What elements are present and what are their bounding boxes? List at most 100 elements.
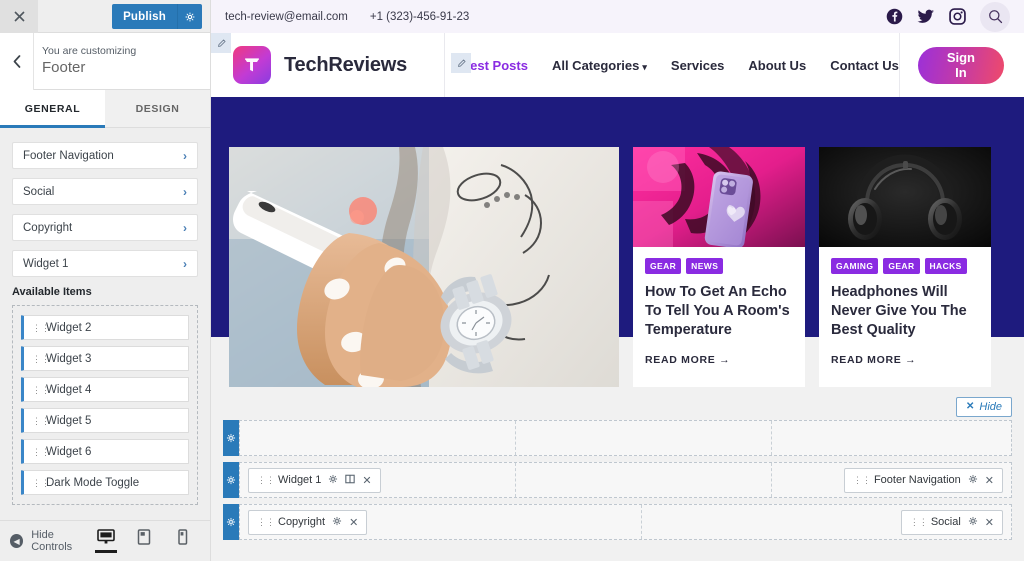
nav-item-all-categories[interactable]: All Categories ▾ bbox=[552, 58, 647, 73]
gear-icon[interactable] bbox=[968, 474, 978, 487]
footer-column[interactable] bbox=[516, 463, 772, 497]
drag-handle-icon[interactable]: ⋮⋮ bbox=[32, 385, 50, 394]
tablet-preview-button[interactable] bbox=[132, 529, 156, 553]
drag-handle-icon[interactable]: ⋮⋮ bbox=[32, 416, 50, 425]
contact-email[interactable]: tech-review@email.com bbox=[225, 11, 348, 23]
available-item-label: Widget 3 bbox=[46, 352, 92, 365]
footer-column[interactable]: ⋮⋮ Widget 1 ✕ bbox=[240, 463, 516, 497]
sidebar-item-footer-navigation[interactable]: Footer Navigation › bbox=[12, 142, 198, 169]
chevron-down-icon: ▾ bbox=[642, 61, 647, 72]
instagram-link[interactable] bbox=[949, 8, 966, 25]
drag-handle-icon[interactable]: ⋮⋮ bbox=[32, 447, 50, 456]
read-more-link[interactable]: READ MORE → bbox=[831, 354, 979, 366]
drag-handle-icon[interactable]: ⋮⋮ bbox=[853, 476, 871, 485]
publish-button[interactable]: Publish bbox=[112, 4, 177, 29]
post-card-image[interactable] bbox=[819, 147, 991, 247]
site-logo[interactable] bbox=[233, 46, 271, 84]
footer-column[interactable]: ⋮⋮ Copyright ✕ bbox=[240, 505, 642, 539]
site-search-button[interactable] bbox=[980, 1, 1010, 32]
desktop-preview-button[interactable] bbox=[94, 529, 118, 553]
footer-builder: ✕ Hide ⋮⋮ Widget 1 ✕ ⋮⋮ Footer Navigatio… bbox=[211, 393, 1024, 561]
edit-navigation-shortcut[interactable] bbox=[451, 53, 471, 73]
close-icon[interactable]: ✕ bbox=[985, 516, 994, 529]
tag-hacks[interactable]: HACKS bbox=[924, 258, 967, 274]
twitter-icon bbox=[917, 9, 934, 23]
contact-phone[interactable]: +1 (323)-456-91-23 bbox=[370, 11, 469, 23]
available-item-widget-3[interactable]: ⋮⋮ Widget 3 bbox=[21, 346, 189, 371]
close-icon[interactable]: ✕ bbox=[985, 474, 994, 487]
drag-handle-icon[interactable]: ⋮⋮ bbox=[910, 518, 928, 527]
tab-design[interactable]: DESIGN bbox=[105, 90, 210, 127]
footer-widget-widget-1[interactable]: ⋮⋮ Widget 1 ✕ bbox=[248, 467, 381, 493]
nav-item-contact-us[interactable]: Contact Us bbox=[830, 58, 899, 73]
post-card-tags: GAMING GEAR HACKS bbox=[831, 258, 979, 274]
available-item-widget-2[interactable]: ⋮⋮ Widget 2 bbox=[21, 315, 189, 340]
tab-general[interactable]: GENERAL bbox=[0, 90, 105, 128]
sidebar-content: Footer Navigation › Social › Copyright ›… bbox=[0, 128, 210, 520]
available-item-widget-6[interactable]: ⋮⋮ Widget 6 bbox=[21, 439, 189, 464]
facebook-link[interactable] bbox=[886, 8, 903, 25]
drag-handle-icon[interactable]: ⋮⋮ bbox=[257, 518, 275, 527]
tag-gear[interactable]: GEAR bbox=[883, 258, 920, 274]
available-items-dropzone[interactable]: ⋮⋮ Widget 2 ⋮⋮ Widget 3 ⋮⋮ Widget 4 ⋮⋮ W… bbox=[12, 305, 198, 505]
back-button[interactable] bbox=[0, 32, 34, 90]
gear-icon[interactable] bbox=[328, 474, 338, 487]
close-icon[interactable]: ✕ bbox=[362, 474, 371, 487]
mobile-preview-icon bbox=[177, 529, 187, 545]
brand-name[interactable]: TechReviews bbox=[284, 54, 407, 77]
available-item-label: Widget 5 bbox=[46, 414, 92, 427]
footer-row-3-settings[interactable] bbox=[223, 504, 239, 540]
gear-icon[interactable] bbox=[332, 516, 342, 529]
footer-column[interactable]: ⋮⋮ Social ✕ bbox=[642, 505, 1011, 539]
drag-handle-icon[interactable]: ⋮⋮ bbox=[257, 476, 275, 485]
edit-logo-shortcut[interactable] bbox=[211, 33, 231, 53]
publish-settings-button[interactable] bbox=[177, 4, 202, 29]
hide-button-row: ✕ Hide bbox=[223, 393, 1012, 420]
twitter-link[interactable] bbox=[917, 9, 935, 25]
drag-handle-icon[interactable]: ⋮⋮ bbox=[32, 354, 50, 363]
tag-gear[interactable]: GEAR bbox=[645, 258, 682, 274]
footer-widget-footer-navigation[interactable]: ⋮⋮ Footer Navigation ✕ bbox=[843, 467, 1003, 493]
footer-row-1-settings[interactable] bbox=[223, 420, 239, 456]
sidebar-item-copyright[interactable]: Copyright › bbox=[12, 214, 198, 241]
footer-column[interactable] bbox=[240, 421, 516, 455]
mobile-preview-button[interactable] bbox=[170, 529, 194, 553]
footer-column[interactable] bbox=[516, 421, 772, 455]
sign-in-button[interactable]: Sign In bbox=[917, 46, 1004, 84]
drag-handle-icon[interactable]: ⋮⋮ bbox=[32, 478, 50, 487]
close-icon[interactable]: ✕ bbox=[349, 516, 358, 529]
footer-widget-copyright[interactable]: ⋮⋮ Copyright ✕ bbox=[248, 509, 368, 535]
footer-row-2-settings[interactable] bbox=[223, 462, 239, 498]
columns-icon[interactable] bbox=[345, 474, 356, 487]
hide-button-label: Hide bbox=[979, 400, 1002, 413]
hide-footer-builder-button[interactable]: ✕ Hide bbox=[955, 396, 1012, 417]
available-item-widget-4[interactable]: ⋮⋮ Widget 4 bbox=[21, 377, 189, 402]
footer-column[interactable]: ⋮⋮ Footer Navigation ✕ bbox=[772, 463, 1011, 497]
footer-widget-social[interactable]: ⋮⋮ Social ✕ bbox=[900, 509, 1003, 535]
footer-row-2: ⋮⋮ Widget 1 ✕ ⋮⋮ Footer Navigation ✕ bbox=[223, 462, 1012, 498]
post-card-image[interactable] bbox=[633, 147, 805, 247]
gear-icon[interactable] bbox=[968, 516, 978, 529]
available-item-dark-mode-toggle[interactable]: ⋮⋮ Dark Mode Toggle bbox=[21, 470, 189, 495]
sidebar-item-widget-1[interactable]: Widget 1 › bbox=[12, 250, 198, 277]
read-more-link[interactable]: READ MORE → bbox=[645, 354, 793, 366]
tag-news[interactable]: NEWS bbox=[686, 258, 724, 274]
drag-handle-icon[interactable]: ⋮⋮ bbox=[32, 323, 50, 332]
post-card[interactable]: GEAR NEWS How To Get An Echo To Tell You… bbox=[633, 147, 805, 387]
topbar-social-links bbox=[886, 1, 1010, 32]
sidebar-item-social[interactable]: Social › bbox=[12, 178, 198, 205]
sidebar-item-label: Footer Navigation bbox=[23, 149, 114, 162]
post-card[interactable]: GAMING GEAR HACKS Headphones Will Never … bbox=[819, 147, 991, 387]
nav-item-services[interactable]: Services bbox=[671, 58, 725, 73]
signin-zone: Sign In bbox=[898, 33, 1024, 97]
post-card-title[interactable]: Headphones Will Never Give You The Best … bbox=[831, 283, 979, 340]
available-item-widget-5[interactable]: ⋮⋮ Widget 5 bbox=[21, 408, 189, 433]
nav-item-about-us[interactable]: About Us bbox=[748, 58, 806, 73]
tag-gaming[interactable]: GAMING bbox=[831, 258, 879, 274]
post-card-title[interactable]: How To Get An Echo To Tell You A Room's … bbox=[645, 283, 793, 340]
featured-post-image[interactable] bbox=[229, 147, 619, 387]
footer-column[interactable] bbox=[772, 421, 1011, 455]
hide-controls-button[interactable]: ◀ Hide Controls bbox=[10, 529, 94, 553]
available-item-label: Widget 6 bbox=[46, 445, 92, 458]
close-customizer-button[interactable] bbox=[0, 0, 38, 33]
